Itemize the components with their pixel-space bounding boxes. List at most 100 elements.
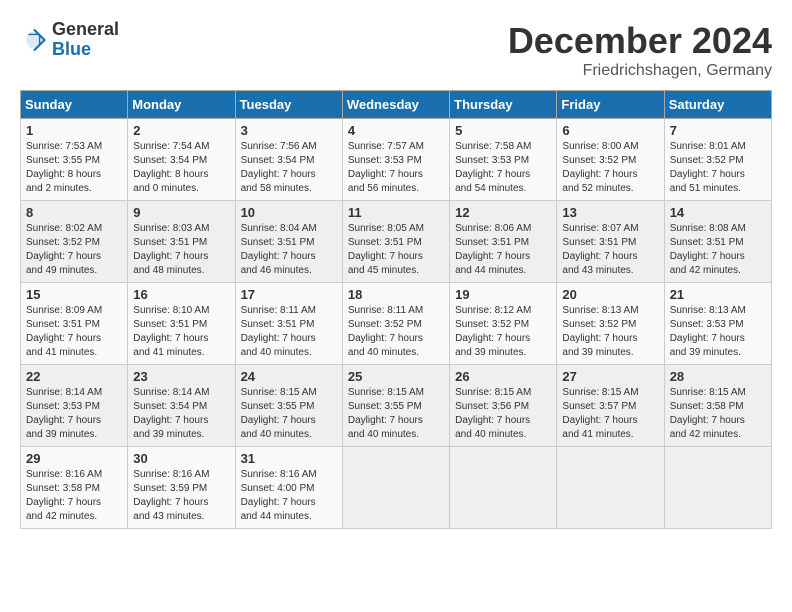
- logo: General Blue: [20, 20, 119, 60]
- calendar-cell: 18Sunrise: 8:11 AM Sunset: 3:52 PM Dayli…: [342, 283, 449, 365]
- calendar-week-3: 15Sunrise: 8:09 AM Sunset: 3:51 PM Dayli…: [21, 283, 772, 365]
- calendar-cell: 31Sunrise: 8:16 AM Sunset: 4:00 PM Dayli…: [235, 447, 342, 529]
- day-number: 28: [670, 369, 766, 384]
- calendar-cell: 19 Sunrise: 8:12 AM Sunset: 3:52 PM Dayli…: [450, 283, 557, 365]
- day-number: 6: [562, 123, 658, 138]
- day-detail: Sunrise: 8:15 AM Sunset: 3:58 PM Dayligh…: [670, 386, 766, 442]
- calendar-cell: 6 Sunrise: 8:00 AM Sunset: 3:52 PM Daylig…: [557, 119, 664, 201]
- day-header-monday: Monday: [128, 91, 235, 119]
- calendar-cell: [342, 447, 449, 529]
- day-number: 26: [455, 369, 551, 384]
- day-number: 24: [241, 369, 337, 384]
- calendar-cell: 24 Sunrise: 8:15 AM Sunset: 3:55 PM Dayli…: [235, 365, 342, 447]
- day-number: 17: [241, 287, 337, 302]
- calendar-cell: 16 Sunrise: 8:10 AM Sunset: 3:51 PM Dayli…: [128, 283, 235, 365]
- day-detail: Sunrise: 8:01 AM Sunset: 3:52 PM Dayligh…: [670, 140, 766, 196]
- title-block: December 2024 Friedrichshagen, Germany: [508, 20, 772, 80]
- month-title: December 2024: [508, 20, 772, 62]
- day-number: 21: [670, 287, 766, 302]
- day-number: 16: [133, 287, 229, 302]
- day-detail: Sunrise: 8:00 AM Sunset: 3:52 PM Dayligh…: [562, 140, 658, 196]
- day-number: 5: [455, 123, 551, 138]
- logo-text: General Blue: [52, 20, 119, 60]
- day-number: 3: [241, 123, 337, 138]
- calendar-cell: 8 Sunrise: 8:02 AM Sunset: 3:52 PM Daylig…: [21, 201, 128, 283]
- day-number: 19: [455, 287, 551, 302]
- day-detail: Sunrise: 7:53 AM Sunset: 3:55 PM Dayligh…: [26, 140, 122, 196]
- day-header-wednesday: Wednesday: [342, 91, 449, 119]
- calendar-cell: [557, 447, 664, 529]
- calendar-cell: 12Sunrise: 8:06 AM Sunset: 3:51 PM Dayli…: [450, 201, 557, 283]
- day-number: 12: [455, 205, 551, 220]
- day-detail: Sunrise: 8:14 AM Sunset: 3:54 PM Dayligh…: [133, 386, 229, 442]
- day-detail: Sunrise: 8:13 AM Sunset: 3:53 PM Dayligh…: [670, 304, 766, 360]
- calendar-cell: 13Sunrise: 8:07 AM Sunset: 3:51 PM Dayli…: [557, 201, 664, 283]
- day-number: 11: [348, 205, 444, 220]
- calendar-cell: 21 Sunrise: 8:13 AM Sunset: 3:53 PM Dayli…: [664, 283, 771, 365]
- calendar-cell: [450, 447, 557, 529]
- day-number: 4: [348, 123, 444, 138]
- calendar-week-1: 1 Sunrise: 7:53 AM Sunset: 3:55 PM Daylig…: [21, 119, 772, 201]
- calendar-cell: 27 Sunrise: 8:15 AM Sunset: 3:57 PM Dayli…: [557, 365, 664, 447]
- day-detail: Sunrise: 8:15 AM Sunset: 3:55 PM Dayligh…: [348, 386, 444, 442]
- day-detail: Sunrise: 8:15 AM Sunset: 3:56 PM Dayligh…: [455, 386, 551, 442]
- day-header-row: SundayMondayTuesdayWednesdayThursdayFrid…: [21, 91, 772, 119]
- day-detail: Sunrise: 8:13 AM Sunset: 3:52 PM Dayligh…: [562, 304, 658, 360]
- calendar-cell: 2Sunrise: 7:54 AM Sunset: 3:54 PM Daylig…: [128, 119, 235, 201]
- calendar-cell: 9 Sunrise: 8:03 AM Sunset: 3:51 PM Daylig…: [128, 201, 235, 283]
- day-number: 1: [26, 123, 122, 138]
- day-detail: Sunrise: 8:08 AM Sunset: 3:51 PM Dayligh…: [670, 222, 766, 278]
- calendar-cell: 4 Sunrise: 7:57 AM Sunset: 3:53 PM Daylig…: [342, 119, 449, 201]
- day-detail: Sunrise: 8:16 AM Sunset: 3:58 PM Dayligh…: [26, 468, 122, 524]
- calendar-cell: 1 Sunrise: 7:53 AM Sunset: 3:55 PM Daylig…: [21, 119, 128, 201]
- day-detail: Sunrise: 8:11 AM Sunset: 3:52 PM Dayligh…: [348, 304, 444, 360]
- day-header-friday: Friday: [557, 91, 664, 119]
- calendar-cell: 15Sunrise: 8:09 AM Sunset: 3:51 PM Dayli…: [21, 283, 128, 365]
- day-number: 9: [133, 205, 229, 220]
- page-header: General Blue December 2024 Friedrichshag…: [20, 20, 772, 80]
- calendar-cell: 14 Sunrise: 8:08 AM Sunset: 3:51 PM Dayli…: [664, 201, 771, 283]
- day-detail: Sunrise: 8:03 AM Sunset: 3:51 PM Dayligh…: [133, 222, 229, 278]
- calendar-cell: 17 Sunrise: 8:11 AM Sunset: 3:51 PM Dayli…: [235, 283, 342, 365]
- day-number: 25: [348, 369, 444, 384]
- day-number: 8: [26, 205, 122, 220]
- day-detail: Sunrise: 8:09 AM Sunset: 3:51 PM Dayligh…: [26, 304, 122, 360]
- location-title: Friedrichshagen, Germany: [508, 62, 772, 80]
- day-detail: Sunrise: 8:14 AM Sunset: 3:53 PM Dayligh…: [26, 386, 122, 442]
- day-detail: Sunrise: 7:56 AM Sunset: 3:54 PM Dayligh…: [241, 140, 337, 196]
- logo-icon: [20, 26, 48, 54]
- day-detail: Sunrise: 8:16 AM Sunset: 3:59 PM Dayligh…: [133, 468, 229, 524]
- day-detail: Sunrise: 7:57 AM Sunset: 3:53 PM Dayligh…: [348, 140, 444, 196]
- calendar-cell: 25 Sunrise: 8:15 AM Sunset: 3:55 PM Dayli…: [342, 365, 449, 447]
- day-detail: Sunrise: 8:12 AM Sunset: 3:52 PM Dayligh…: [455, 304, 551, 360]
- calendar-week-2: 8 Sunrise: 8:02 AM Sunset: 3:52 PM Daylig…: [21, 201, 772, 283]
- day-number: 27: [562, 369, 658, 384]
- calendar-week-4: 22 Sunrise: 8:14 AM Sunset: 3:53 PM Dayli…: [21, 365, 772, 447]
- calendar-cell: 20 Sunrise: 8:13 AM Sunset: 3:52 PM Dayli…: [557, 283, 664, 365]
- day-number: 22: [26, 369, 122, 384]
- calendar-cell: 3 Sunrise: 7:56 AM Sunset: 3:54 PM Daylig…: [235, 119, 342, 201]
- day-detail: Sunrise: 8:11 AM Sunset: 3:51 PM Dayligh…: [241, 304, 337, 360]
- day-number: 29: [26, 451, 122, 466]
- day-detail: Sunrise: 8:15 AM Sunset: 3:57 PM Dayligh…: [562, 386, 658, 442]
- day-number: 30: [133, 451, 229, 466]
- calendar-cell: [664, 447, 771, 529]
- day-detail: Sunrise: 8:02 AM Sunset: 3:52 PM Dayligh…: [26, 222, 122, 278]
- calendar-cell: 11 Sunrise: 8:05 AM Sunset: 3:51 PM Dayli…: [342, 201, 449, 283]
- day-detail: Sunrise: 8:16 AM Sunset: 4:00 PM Dayligh…: [241, 468, 337, 524]
- day-number: 23: [133, 369, 229, 384]
- day-detail: Sunrise: 8:10 AM Sunset: 3:51 PM Dayligh…: [133, 304, 229, 360]
- day-number: 2: [133, 123, 229, 138]
- day-detail: Sunrise: 8:07 AM Sunset: 3:51 PM Dayligh…: [562, 222, 658, 278]
- day-detail: Sunrise: 7:58 AM Sunset: 3:53 PM Dayligh…: [455, 140, 551, 196]
- calendar-cell: 26 Sunrise: 8:15 AM Sunset: 3:56 PM Dayli…: [450, 365, 557, 447]
- day-detail: Sunrise: 8:15 AM Sunset: 3:55 PM Dayligh…: [241, 386, 337, 442]
- calendar-cell: 7Sunrise: 8:01 AM Sunset: 3:52 PM Daylig…: [664, 119, 771, 201]
- calendar-cell: 10Sunrise: 8:04 AM Sunset: 3:51 PM Dayli…: [235, 201, 342, 283]
- day-number: 14: [670, 205, 766, 220]
- day-header-tuesday: Tuesday: [235, 91, 342, 119]
- day-detail: Sunrise: 8:05 AM Sunset: 3:51 PM Dayligh…: [348, 222, 444, 278]
- day-header-saturday: Saturday: [664, 91, 771, 119]
- day-number: 20: [562, 287, 658, 302]
- calendar-cell: 28 Sunrise: 8:15 AM Sunset: 3:58 PM Dayli…: [664, 365, 771, 447]
